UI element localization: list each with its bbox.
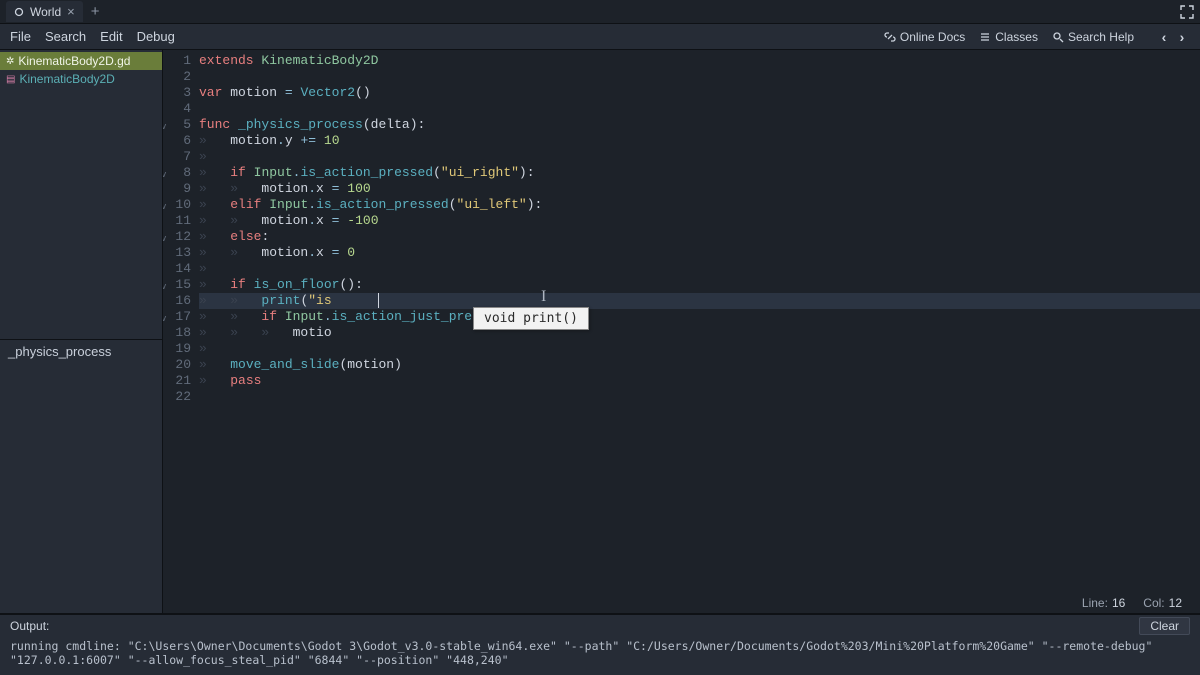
- docs-icon: ▤: [6, 74, 15, 85]
- script-sidebar: ✲ KinematicBody2D.gd ▤ KinematicBody2D _…: [0, 50, 163, 613]
- code-line[interactable]: » » motion.x = -100: [199, 213, 1200, 229]
- code-line[interactable]: func _physics_process(delta):: [199, 117, 1200, 133]
- file-name: KinematicBody2D: [19, 72, 114, 86]
- scene-tab[interactable]: World ×: [6, 1, 83, 22]
- code-line[interactable]: » pass: [199, 373, 1200, 389]
- file-name: KinematicBody2D.gd: [18, 54, 130, 68]
- gear-icon: ✲: [6, 56, 14, 67]
- tab-bar: World × +: [0, 0, 1200, 24]
- line-label: Line:: [1082, 596, 1108, 610]
- list-icon: [979, 31, 991, 43]
- code-line[interactable]: » » motion.x = 0: [199, 245, 1200, 261]
- code-line[interactable]: » elif Input.is_action_pressed("ui_left"…: [199, 197, 1200, 213]
- search-icon: [1052, 31, 1064, 43]
- code-lines[interactable]: extends KinematicBody2D var motion = Vect…: [195, 50, 1200, 593]
- editor-status-bar: Line: 16 Col: 12: [163, 593, 1200, 613]
- code-line[interactable]: » » print("is: [199, 293, 1200, 309]
- tab-title: World: [30, 5, 61, 19]
- nav-back-button[interactable]: ‹: [1156, 28, 1172, 46]
- link-icon: [884, 31, 896, 43]
- output-panel: Output: Clear running cmdline: "C:\Users…: [0, 613, 1200, 675]
- code-line[interactable]: » else:: [199, 229, 1200, 245]
- code-editor[interactable]: 12345v678v910v1112v131415v1617v181920212…: [163, 50, 1200, 613]
- line-gutter: 12345v678v910v1112v131415v1617v181920212…: [163, 50, 195, 593]
- code-line[interactable]: » » motion.x = 100: [199, 181, 1200, 197]
- symbol-item[interactable]: _physics_process: [8, 344, 111, 359]
- script-file-list: ✲ KinematicBody2D.gd ▤ KinematicBody2D: [0, 50, 162, 340]
- code-line[interactable]: »: [199, 149, 1200, 165]
- code-line[interactable]: [199, 69, 1200, 85]
- code-line[interactable]: [199, 389, 1200, 405]
- script-file-item[interactable]: ✲ KinematicBody2D.gd: [0, 52, 162, 70]
- code-line[interactable]: » if Input.is_action_pressed("ui_right")…: [199, 165, 1200, 181]
- menu-file[interactable]: File: [10, 29, 31, 44]
- code-line[interactable]: »: [199, 341, 1200, 357]
- menu-debug[interactable]: Debug: [137, 29, 175, 44]
- code-line[interactable]: » motion.y += 10: [199, 133, 1200, 149]
- col-value: 12: [1169, 596, 1182, 610]
- classes-button[interactable]: Classes: [979, 30, 1038, 44]
- circle-icon: [14, 7, 24, 17]
- search-help-button[interactable]: Search Help: [1052, 30, 1134, 44]
- menu-bar: File Search Edit Debug Online Docs Class…: [0, 24, 1200, 50]
- add-tab-icon[interactable]: +: [91, 3, 100, 20]
- expand-icon[interactable]: [1180, 5, 1194, 19]
- clear-button[interactable]: Clear: [1139, 617, 1190, 635]
- col-label: Col:: [1143, 596, 1164, 610]
- ibeam-icon: I: [541, 288, 546, 306]
- menu-edit[interactable]: Edit: [100, 29, 122, 44]
- code-line[interactable]: » » » motio: [199, 325, 1200, 341]
- text-cursor: [378, 293, 379, 308]
- code-line[interactable]: » if is_on_floor():: [199, 277, 1200, 293]
- code-line[interactable]: » » if Input.is_action_just_pressed("ui_…: [199, 309, 1200, 325]
- code-line[interactable]: var motion = Vector2(): [199, 85, 1200, 101]
- code-line[interactable]: »: [199, 261, 1200, 277]
- code-line[interactable]: [199, 101, 1200, 117]
- online-docs-button[interactable]: Online Docs: [884, 30, 965, 44]
- output-label: Output:: [10, 619, 49, 633]
- code-line[interactable]: extends KinematicBody2D: [199, 53, 1200, 69]
- line-value: 16: [1112, 596, 1125, 610]
- output-text[interactable]: running cmdline: "C:\Users\Owner\Documen…: [0, 637, 1200, 675]
- signature-tooltip: void print(): [473, 307, 589, 330]
- script-file-item[interactable]: ▤ KinematicBody2D: [0, 70, 162, 88]
- code-line[interactable]: » move_and_slide(motion): [199, 357, 1200, 373]
- close-icon[interactable]: ×: [67, 4, 75, 19]
- menu-search[interactable]: Search: [45, 29, 86, 44]
- symbol-list[interactable]: _physics_process: [0, 340, 162, 363]
- nav-forward-button[interactable]: ›: [1174, 28, 1190, 46]
